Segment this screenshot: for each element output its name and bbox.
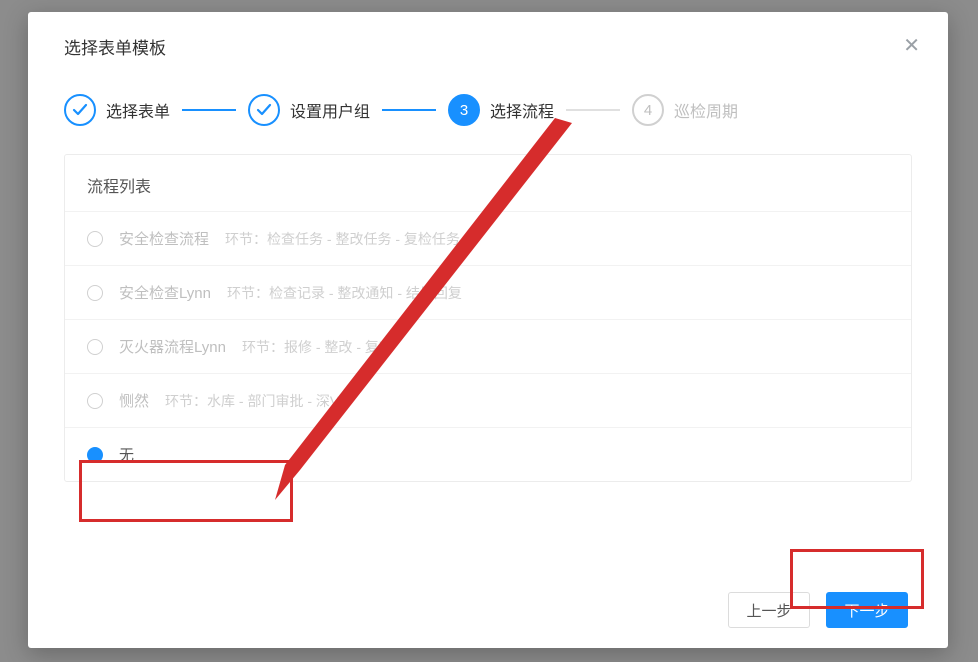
flow-desc: 环节：检查任务 - 整改任务 - 复检任务: [225, 229, 460, 249]
step-number-badge: 3: [448, 94, 480, 126]
step-label: 设置用户组: [290, 98, 370, 122]
close-icon[interactable]: ✕: [899, 32, 924, 60]
check-icon: [64, 94, 96, 126]
step-label: 选择流程: [490, 98, 554, 122]
modal-footer: 上一步 下一步: [28, 566, 948, 648]
radio-icon: [87, 231, 103, 247]
flow-desc: 环节：水库 - 部门审批 - 深V: [165, 391, 339, 411]
step-number-badge: 4: [632, 94, 664, 126]
wizard-stepper: 选择表单 设置用户组 3 选择流程 4 巡检周期: [28, 74, 948, 154]
step-inspection-cycle: 4 巡检周期: [632, 94, 738, 126]
step-select-form[interactable]: 选择表单: [64, 94, 170, 126]
form-template-modal: 选择表单模板 ✕ 选择表单 设置用户组 3 选择流程 4 巡检周期 流程列表: [28, 12, 948, 648]
flow-name: 恻然: [119, 390, 149, 411]
next-button[interactable]: 下一步: [826, 592, 908, 628]
modal-title: 选择表单模板: [64, 34, 166, 59]
step-connector: [382, 109, 436, 111]
flow-option-row[interactable]: 恻然 环节：水库 - 部门审批 - 深V: [65, 373, 911, 427]
flow-list-panel: 流程列表 安全检查流程 环节：检查任务 - 整改任务 - 复检任务 安全检查Ly…: [64, 154, 912, 482]
radio-selected-icon: [87, 447, 103, 463]
step-label: 选择表单: [106, 98, 170, 122]
modal-header: 选择表单模板 ✕: [28, 12, 948, 74]
step-select-flow[interactable]: 3 选择流程: [448, 94, 554, 126]
flow-name: 无: [119, 444, 134, 465]
flow-list-header: 流程列表: [65, 155, 911, 211]
step-connector: [566, 109, 620, 111]
step-user-group[interactable]: 设置用户组: [248, 94, 370, 126]
flow-option-none[interactable]: 无: [65, 427, 911, 481]
prev-button[interactable]: 上一步: [728, 592, 810, 628]
flow-name: 安全检查Lynn: [119, 282, 211, 303]
step-connector: [182, 109, 236, 111]
flow-desc: 环节：检查记录 - 整改通知 - 结果回复: [227, 283, 462, 303]
flow-name: 安全检查流程: [119, 228, 209, 249]
flow-option-row[interactable]: 安全检查Lynn 环节：检查记录 - 整改通知 - 结果回复: [65, 265, 911, 319]
radio-icon: [87, 285, 103, 301]
flow-option-row[interactable]: 安全检查流程 环节：检查任务 - 整改任务 - 复检任务: [65, 211, 911, 265]
radio-icon: [87, 393, 103, 409]
flow-name: 灭火器流程Lynn: [119, 336, 226, 357]
radio-icon: [87, 339, 103, 355]
flow-desc: 环节：报修 - 整改 - 复查: [242, 337, 393, 357]
check-icon: [248, 94, 280, 126]
step-label: 巡检周期: [674, 98, 738, 122]
flow-option-row[interactable]: 灭火器流程Lynn 环节：报修 - 整改 - 复查: [65, 319, 911, 373]
